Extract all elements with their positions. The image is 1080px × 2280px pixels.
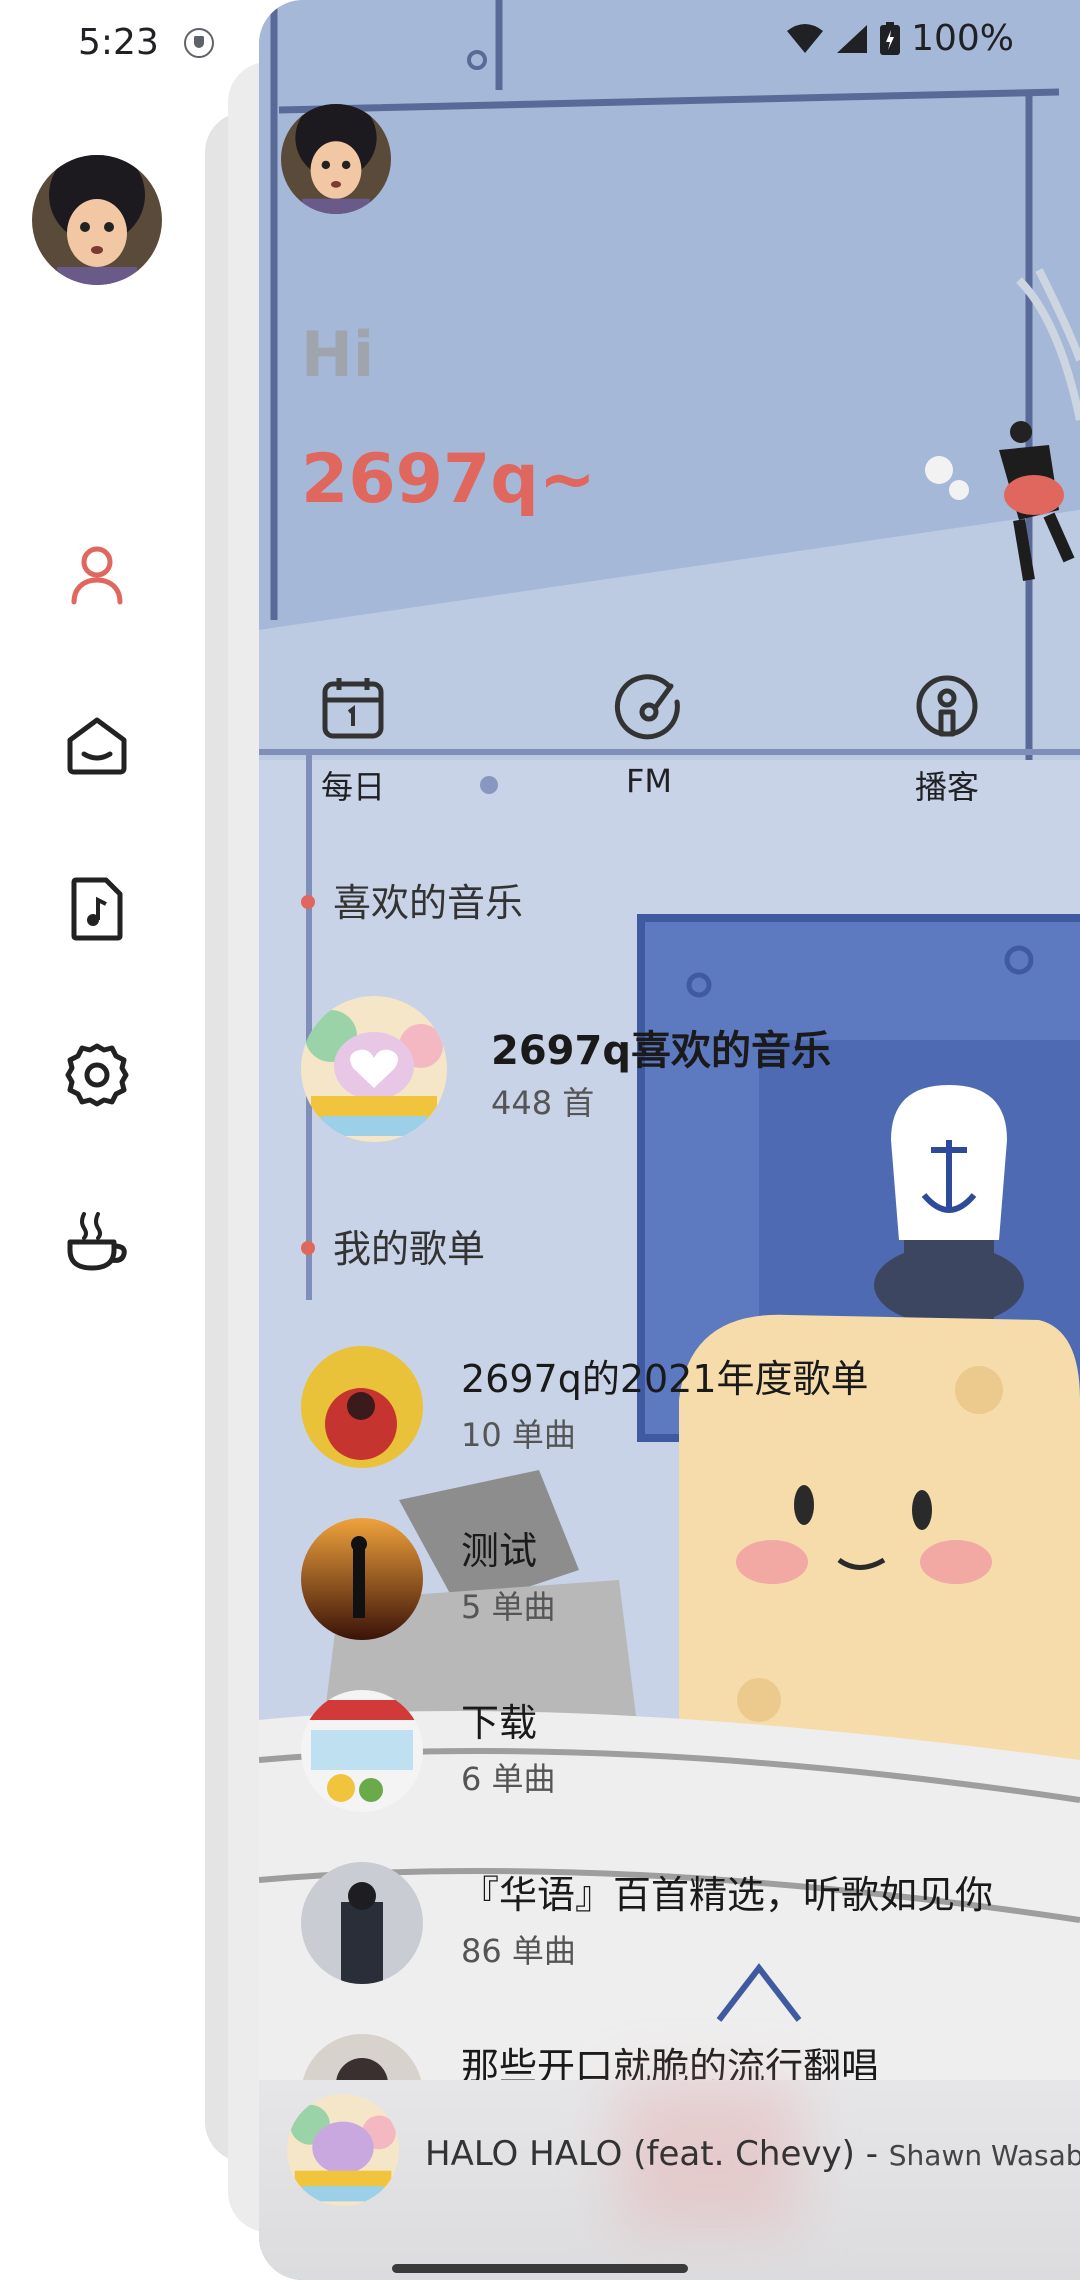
mini-player[interactable]: HALO HALO (feat. Chevy) - Shawn Wasabi [259, 2080, 1080, 2280]
playlist-cover [301, 1862, 423, 1984]
calendar-icon [322, 678, 384, 739]
coffee-icon[interactable] [62, 1206, 132, 1276]
wifi-icon [787, 23, 824, 53]
playlist-count: 86 单曲 [461, 1932, 576, 1970]
playlist-cover [301, 1346, 423, 1468]
shield-icon [184, 28, 214, 58]
now-playing-artist: Shawn Wasabi [888, 2139, 1080, 2172]
player-cover[interactable] [287, 2094, 399, 2206]
playlist-item[interactable]: 2697q的2021年度歌单 10 单曲 [301, 1346, 1041, 1476]
music-file-icon[interactable] [62, 874, 132, 944]
section-title-playlists: 我的歌单 [301, 1218, 485, 1273]
greeting: Hi [301, 318, 375, 391]
playlist-title: 『华语』百首精选，听歌如见你 [461, 1873, 994, 1917]
section-title-favorites: 喜欢的音乐 [301, 872, 523, 927]
main-card: Hi 2697q~ 每日 FM 播客 喜欢的音乐 2697q喜欢的音乐 448 … [259, 0, 1080, 2280]
playlist-item[interactable]: 『华语』百首精选，听歌如见你 86 单曲 [301, 1862, 1041, 1992]
status-time: 5:23 [78, 22, 159, 63]
favorites-cover[interactable] [301, 996, 447, 1142]
quick-action-podcast[interactable]: 播客 [877, 672, 1017, 808]
playlist-cover [301, 1690, 423, 1812]
quick-action-label: 播客 [914, 768, 979, 806]
bullet-dot [301, 1240, 315, 1255]
playlist-item[interactable]: 测试 5 单曲 [301, 1518, 1041, 1648]
now-playing-title[interactable]: HALO HALO (feat. Chevy) - Shawn Wasabi [425, 2134, 1080, 2174]
playlist-count: 5 单曲 [461, 1588, 556, 1626]
user-icon[interactable] [62, 540, 132, 610]
status-icons: 100% [785, 18, 1014, 59]
gesture-bar[interactable] [392, 2264, 688, 2273]
playlist-item[interactable]: 下载 6 单曲 [301, 1690, 1041, 1820]
bullet-dot [301, 894, 315, 909]
radio-disc-icon [614, 674, 680, 740]
playlist-title: 下载 [461, 1701, 538, 1745]
quick-action-label: FM [625, 762, 672, 800]
battery-icon [880, 21, 901, 55]
battery-percent: 100% [911, 18, 1014, 59]
playlist-count: 10 单曲 [461, 1416, 576, 1454]
podcast-icon [916, 675, 978, 737]
playlist-title: 2697q的2021年度歌单 [461, 1357, 869, 1401]
playlist-cover [301, 1518, 423, 1640]
signal-icon [837, 24, 868, 53]
favorites-count: 448 首 [491, 1084, 595, 1122]
playlist-title: 测试 [461, 1529, 538, 1573]
settings-icon[interactable] [62, 1040, 132, 1110]
avatar[interactable] [32, 155, 162, 285]
quick-action-fm[interactable]: FM [579, 672, 719, 800]
favorites-title[interactable]: 2697q喜欢的音乐 [491, 1018, 831, 1076]
home-icon[interactable] [62, 710, 132, 780]
username: 2697q~ [301, 440, 596, 519]
quick-action-label: 每日 [320, 768, 385, 806]
quick-action-daily[interactable]: 每日 [283, 672, 423, 808]
playlist-count: 6 单曲 [461, 1760, 556, 1798]
avatar[interactable] [281, 104, 391, 214]
